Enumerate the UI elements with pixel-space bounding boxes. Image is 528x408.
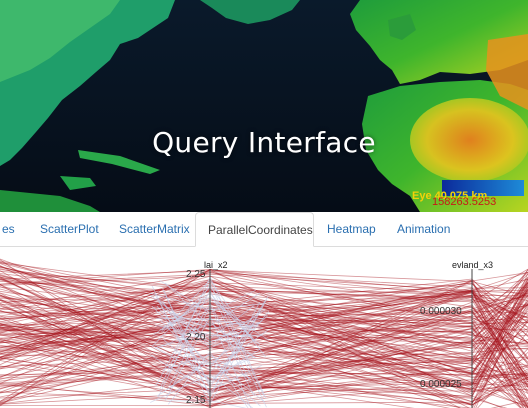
axis-label-evland-x3: evland_x3 — [452, 260, 493, 270]
tab-es[interactable]: es — [2, 212, 15, 246]
tab-bar: es ScatterPlot ScatterMatrix ParallelCoo… — [0, 212, 528, 247]
tick-label-0-000025: 0.000025 — [420, 379, 462, 390]
coordinate-readout: 158263.5253 — [432, 196, 497, 208]
axis-label-lai-x2: lai_x2 — [204, 260, 228, 270]
tab-animation[interactable]: Animation — [397, 212, 450, 246]
map-panel[interactable]: Query Interface Eye 40,075 km 158263.525… — [0, 0, 528, 212]
parallel-coordinates-panel[interactable]: lai_x2 evland_x3 2.25 2.20 2.15 0.000030… — [0, 247, 528, 408]
tab-parallelcoordinates[interactable]: ParallelCoordinates — [195, 212, 314, 247]
tick-label-0-000030: 0.000030 — [420, 306, 462, 317]
tab-heatmap[interactable]: Heatmap — [327, 212, 376, 246]
tick-label-2-20: 2.20 — [186, 332, 206, 343]
world-map[interactable] — [0, 0, 528, 212]
parallel-coordinates-chart[interactable]: lai_x2 evland_x3 2.25 2.20 2.15 0.000030… — [0, 247, 528, 408]
query-interface-title: Query Interface — [152, 126, 376, 159]
tick-label-2-25: 2.25 — [186, 269, 206, 280]
tab-scattermatrix[interactable]: ScatterMatrix — [119, 212, 190, 246]
tab-scatterplot[interactable]: ScatterPlot — [40, 212, 99, 246]
tick-label-2-15: 2.15 — [186, 395, 206, 406]
